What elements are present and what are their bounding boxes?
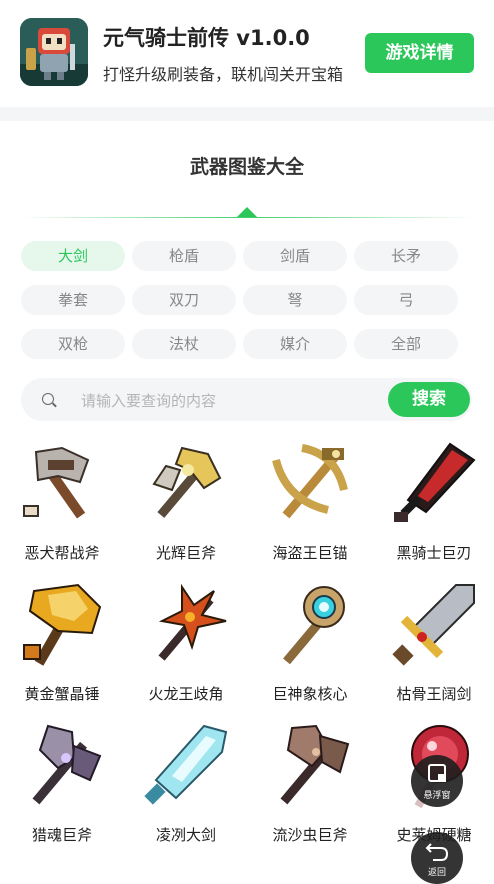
category-chip-dual-guns[interactable]: 双枪 [21,329,125,359]
weapon-card[interactable]: 海盗王巨锚 [262,440,386,576]
game-detail-button[interactable]: 游戏详情 [365,33,474,73]
ice-sword-icon [142,722,230,810]
battle-axe-icon [18,440,106,528]
floating-window-label: 悬浮窗 [423,791,451,801]
search-icon [42,393,54,405]
weapon-name: 流沙虫巨斧 [272,826,348,844]
search-button[interactable]: 搜索 [388,382,470,417]
dark-blade-icon [390,440,478,528]
weapon-card[interactable]: 黑骑士巨刃 [386,440,494,576]
weapon-name: 凌冽大剑 [155,826,216,844]
weapon-name: 黄金蟹晶锤 [24,685,100,703]
weapon-name: 恶犬帮战斧 [24,544,100,562]
title-divider [20,217,474,218]
category-chip-sword-shield[interactable]: 剑盾 [243,241,347,271]
section-gap [0,107,494,121]
back-button[interactable]: 返回 [411,832,463,884]
app-title: 元气骑士前传 v1.0.0 [103,26,310,50]
golden-hammer-icon [18,581,106,669]
back-label: 返回 [427,868,446,878]
category-chip-gauntlet[interactable]: 拳套 [21,285,125,315]
category-chip-crossbow[interactable]: 弩 [243,285,347,315]
dragon-horn-icon [142,581,230,669]
section-title: 武器图鉴大全 [189,156,304,178]
divider-triangle-icon [237,207,257,217]
radiant-axe-icon [142,440,230,528]
category-chip-bow[interactable]: 弓 [354,285,458,315]
weapon-card[interactable]: 黄金蟹晶锤 [14,581,138,717]
weapon-name: 巨神象核心 [272,685,348,703]
sandworm-axe-icon [266,722,354,810]
weapon-card[interactable]: 巨神象核心 [262,581,386,717]
weapon-card[interactable]: 枯骨王阔剑 [386,581,494,717]
core-staff-icon [266,581,354,669]
floating-window-icon [428,764,446,782]
category-filter: 大剑 枪盾 剑盾 长矛 拳套 双刀 弩 弓 双枪 法杖 媒介 全部 [21,241,461,359]
floating-window-button[interactable]: 悬浮窗 [411,755,463,807]
weapon-card[interactable]: 光辉巨斧 [138,440,262,576]
weapon-name: 猎魂巨斧 [31,826,92,844]
weapon-name: 光辉巨斧 [155,544,216,562]
anchor-icon [266,440,354,528]
weapon-name: 黑骑士巨刃 [396,544,472,562]
weapon-name: 枯骨王阔剑 [396,685,472,703]
weapon-card[interactable]: 火龙王歧角 [138,581,262,717]
category-chip-spear[interactable]: 长矛 [354,241,458,271]
bone-sword-icon [390,581,478,669]
app-header: 元气骑士前传 v1.0.0 打怪升级刷装备，联机闯关开宝箱 游戏详情 [0,0,494,107]
app-icon[interactable] [20,18,88,86]
back-arrow-icon [425,843,449,861]
weapon-name: 海盗王巨锚 [272,544,348,562]
category-chip-gun-shield[interactable]: 枪盾 [132,241,236,271]
weapon-card[interactable]: 凌冽大剑 [138,722,262,858]
weapon-card[interactable]: 恶犬帮战斧 [14,440,138,576]
search-bar: 搜索 [21,378,472,423]
weapon-card[interactable]: 猎魂巨斧 [14,722,138,858]
soul-axe-icon [18,722,106,810]
category-chip-staff[interactable]: 法杖 [132,329,236,359]
category-chip-all[interactable]: 全部 [354,329,458,359]
category-chip-greatsword[interactable]: 大剑 [21,241,125,271]
weapon-card[interactable]: 流沙虫巨斧 [262,722,386,858]
app-subtitle: 打怪升级刷装备，联机闯关开宝箱 [103,65,344,84]
category-chip-medium[interactable]: 媒介 [243,329,347,359]
search-input[interactable] [79,378,383,423]
weapon-name: 火龙王歧角 [148,685,224,703]
category-chip-dual-blades[interactable]: 双刀 [132,285,236,315]
